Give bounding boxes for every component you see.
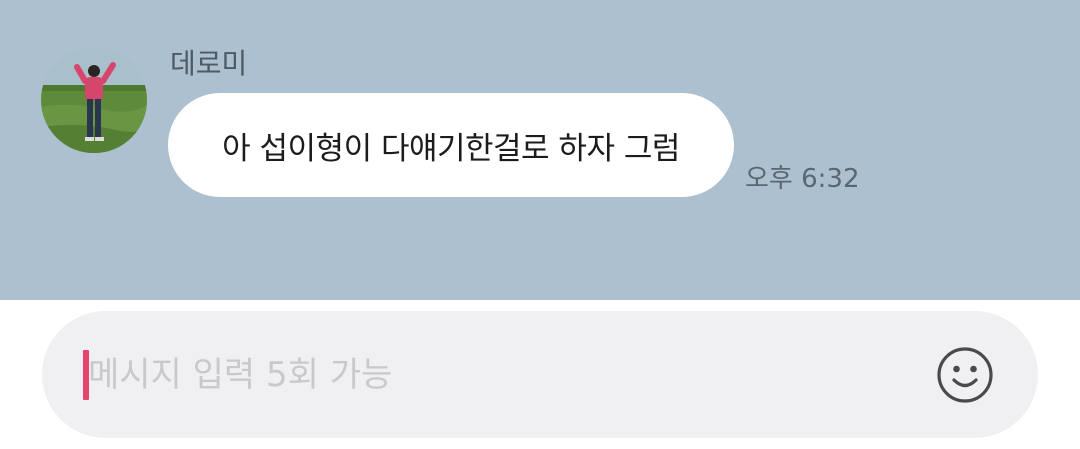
emoji-button[interactable] — [935, 345, 995, 405]
message-timestamp: 오후 6:32 — [745, 164, 860, 194]
message-text: 아 섭이형이 다얘기한걸로 하자 그럼 — [222, 130, 680, 167]
message-input[interactable] — [88, 335, 908, 415]
smiley-icon — [937, 347, 993, 403]
message-bubble[interactable]: 아 섭이형이 다얘기한걸로 하자 그럼 — [168, 93, 734, 197]
message-input-bar[interactable] — [42, 311, 1038, 438]
avatar-photo-icon — [41, 47, 147, 153]
sender-name: 데로미 — [170, 47, 248, 80]
chat-area: 데로미 아 섭이형이 다얘기한걸로 하자 그럼 오후 6:32 — [0, 0, 1080, 300]
sender-avatar[interactable] — [41, 47, 147, 153]
